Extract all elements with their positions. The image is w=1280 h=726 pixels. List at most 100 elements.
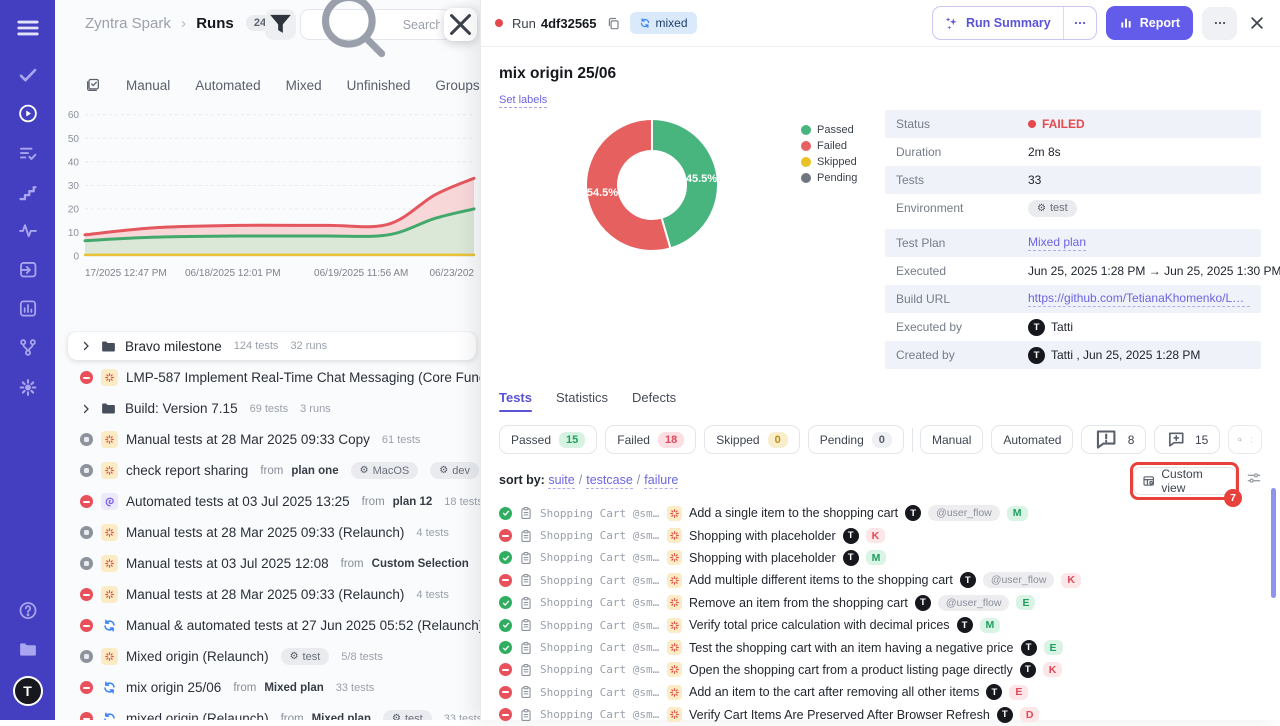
run-from-value[interactable]: Mixed plan xyxy=(264,682,323,694)
tab-defects[interactable]: Defects xyxy=(632,390,676,405)
sort-testcase-link[interactable]: testcase xyxy=(586,473,633,489)
steps-icon[interactable] xyxy=(17,182,38,203)
test-title[interactable]: Test the shopping cart with an item havi… xyxy=(689,641,1014,655)
tests-search-input[interactable] xyxy=(1249,432,1253,448)
filter-failed-button[interactable]: Failed18 xyxy=(605,425,696,454)
help-icon[interactable] xyxy=(17,600,38,621)
runs-tab-mixed[interactable]: Mixed xyxy=(286,78,322,93)
run-summary-button[interactable]: Run Summary xyxy=(933,7,1063,39)
comment-filter-button[interactable]: 15 xyxy=(1154,425,1220,454)
scrollbar-thumb[interactable] xyxy=(1271,488,1276,598)
copy-icon[interactable] xyxy=(606,16,621,31)
test-row[interactable]: Shopping Cart @sm…Shopping with placehol… xyxy=(499,547,1262,569)
test-row[interactable]: Shopping Cart @sm…Verify total price cal… xyxy=(499,614,1262,636)
test-title[interactable]: Shopping with placeholder xyxy=(689,529,836,543)
filter-automated-button[interactable]: Automated xyxy=(991,425,1073,454)
run-list-item[interactable]: mixed origin (Relaunch)fromMixed plan⚙te… xyxy=(55,703,480,720)
set-labels-link[interactable]: Set labels xyxy=(499,94,547,108)
filter-manual-button[interactable]: Manual xyxy=(920,425,983,454)
test-row[interactable]: Shopping Cart @sm…Open the shopping cart… xyxy=(499,659,1262,681)
activity-icon[interactable] xyxy=(17,220,38,241)
custom-view-button[interactable]: Custom view xyxy=(1133,467,1236,495)
run-list-item[interactable]: mix origin 25/06fromMixed plan33 tests xyxy=(55,672,480,703)
tab-tests[interactable]: Tests xyxy=(499,390,532,405)
tests-search[interactable] xyxy=(1228,425,1262,454)
chevron-right-icon[interactable] xyxy=(80,340,92,352)
run-list-item[interactable]: Manual & automated tests at 27 Jun 2025 … xyxy=(55,610,480,641)
sort-row: sort by: suite/testcase/failure Custom v… xyxy=(499,468,1262,500)
runs-panel-header: Zyntra Spark › Runs 243 xyxy=(55,9,480,43)
sort-failure-link[interactable]: failure xyxy=(644,473,678,489)
runs-tab-manual[interactable]: Manual xyxy=(126,78,170,93)
test-row[interactable]: Shopping Cart @sm…Add a single item to t… xyxy=(499,502,1262,524)
gear-icon[interactable] xyxy=(17,377,38,398)
tab-select-icon[interactable] xyxy=(85,77,101,93)
run-summary-more-button[interactable] xyxy=(1063,7,1096,39)
test-row[interactable]: Shopping Cart @sm…Add multiple different… xyxy=(499,569,1262,591)
filter-button[interactable] xyxy=(265,9,296,40)
menu-icon[interactable] xyxy=(15,15,41,41)
test-title[interactable]: Verify total price calculation with deci… xyxy=(689,618,950,632)
inbox-arrow-icon[interactable] xyxy=(17,259,38,280)
run-list-item[interactable]: Build: Version 7.1569 tests3 runs xyxy=(55,393,480,424)
run-list-item[interactable]: Manual tests at 28 Mar 2025 09:33 (Relau… xyxy=(55,517,480,548)
test-title[interactable]: Add a single item to the shopping cart xyxy=(689,506,898,520)
chevron-right-icon[interactable] xyxy=(80,403,92,415)
run-from-value[interactable]: plan one xyxy=(291,465,338,477)
runs-tab-unfinished[interactable]: Unfinished xyxy=(347,78,411,93)
run-list-item[interactable]: check report sharingfromplan one⚙MacOS⚙d… xyxy=(55,455,480,486)
close-icon xyxy=(444,8,477,41)
comment-filter-button[interactable]: 8 xyxy=(1081,425,1146,454)
folders-icon[interactable] xyxy=(17,639,38,660)
run-from-value[interactable]: Custom Selection xyxy=(372,558,469,570)
run-summary-button-group: Run Summary xyxy=(932,6,1097,40)
more-actions-button[interactable] xyxy=(1202,7,1237,40)
test-title[interactable]: Shopping with placeholder xyxy=(689,551,836,565)
detail-row: Tests33 xyxy=(885,166,1261,194)
test-row[interactable]: Shopping Cart @sm…Remove an item from th… xyxy=(499,592,1262,614)
play-circle-icon[interactable] xyxy=(17,103,38,124)
failed-status-icon xyxy=(499,663,512,676)
panel-close-button[interactable] xyxy=(444,8,477,41)
test-row[interactable]: Shopping Cart @sm…Test the shopping cart… xyxy=(499,636,1262,658)
runs-search-input[interactable] xyxy=(401,17,442,33)
test-row[interactable]: Shopping Cart @sm…Verify Cart Items Are … xyxy=(499,704,1262,726)
drawer-close-button[interactable] xyxy=(1248,14,1266,32)
breadcrumb-project[interactable]: Zyntra Spark xyxy=(85,15,171,32)
test-title[interactable]: Remove an item from the shopping cart xyxy=(689,596,908,610)
detail-link[interactable]: https://github.com/TetianaKhomenko/Load-… xyxy=(1028,291,1250,307)
run-from-value[interactable]: Mixed plan xyxy=(312,713,371,721)
bar-chart-icon[interactable] xyxy=(17,298,38,319)
run-from-value[interactable]: plan 12 xyxy=(393,496,433,508)
test-title[interactable]: Add multiple different items to the shop… xyxy=(689,573,953,587)
breadcrumb-section[interactable]: Runs xyxy=(196,15,234,32)
check-icon[interactable] xyxy=(17,64,38,85)
detail-link[interactable]: Mixed plan xyxy=(1028,235,1086,251)
tab-statistics[interactable]: Statistics xyxy=(556,390,608,405)
run-list-item[interactable]: Manual tests at 28 Mar 2025 09:33 (Relau… xyxy=(55,579,480,610)
runs-tab-groups[interactable]: Groups xyxy=(435,78,479,93)
sliders-icon[interactable] xyxy=(1246,470,1262,486)
run-list-item[interactable]: Manual tests at 03 Jul 2025 12:08fromCus… xyxy=(55,548,480,579)
test-title[interactable]: Open the shopping cart from a product li… xyxy=(689,663,1013,677)
filter-pending-button[interactable]: Pending0 xyxy=(808,425,904,454)
git-branch-icon[interactable] xyxy=(17,337,38,358)
sort-suite-link[interactable]: suite xyxy=(548,473,574,489)
filter-passed-button[interactable]: Passed15 xyxy=(499,425,597,454)
runs-list: Bravo milestone124 tests32 runsLMP-587 I… xyxy=(55,331,480,720)
run-list-item[interactable]: Mixed origin (Relaunch)⚙test5/8 tests xyxy=(55,641,480,672)
run-list-item[interactable]: Automated tests at 03 Jul 2025 13:25from… xyxy=(55,486,480,517)
run-list-item[interactable]: Manual tests at 28 Mar 2025 09:33 Copy61… xyxy=(55,424,480,455)
run-list-item[interactable]: LMP-587 Implement Real-Time Chat Messagi… xyxy=(55,362,480,393)
test-title[interactable]: Add an item to the cart after removing a… xyxy=(689,685,979,699)
run-list-item[interactable]: Bravo milestone124 tests32 runs xyxy=(68,332,476,360)
filter-skipped-button[interactable]: Skipped0 xyxy=(704,425,800,454)
runs-tab-automated[interactable]: Automated xyxy=(195,78,260,93)
runs-search[interactable] xyxy=(300,9,452,40)
detail-tabs: Tests Statistics Defects xyxy=(499,390,1262,412)
list-check-icon[interactable] xyxy=(17,143,38,164)
user-avatar[interactable]: T xyxy=(13,676,43,706)
test-row[interactable]: Shopping Cart @sm…Shopping with placehol… xyxy=(499,524,1262,546)
report-button[interactable]: Report xyxy=(1106,6,1193,40)
test-row[interactable]: Shopping Cart @sm…Add an item to the car… xyxy=(499,681,1262,703)
